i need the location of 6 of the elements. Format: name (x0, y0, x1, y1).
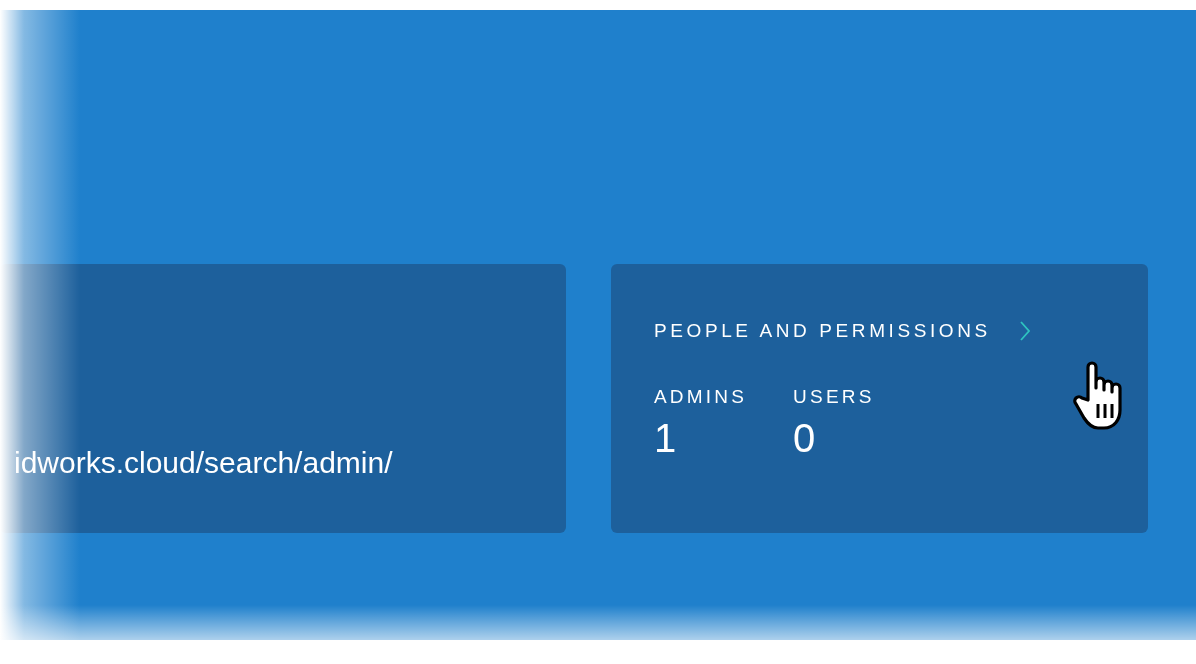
card-title[interactable]: PEOPLE AND PERMISSIONS (654, 320, 991, 342)
stat-label: ADMINS (654, 386, 748, 408)
stat-value: 0 (793, 416, 817, 461)
chevron-right-icon[interactable] (1018, 320, 1031, 342)
stat-label: USERS (793, 386, 875, 408)
stat-value: 1 (654, 416, 678, 461)
